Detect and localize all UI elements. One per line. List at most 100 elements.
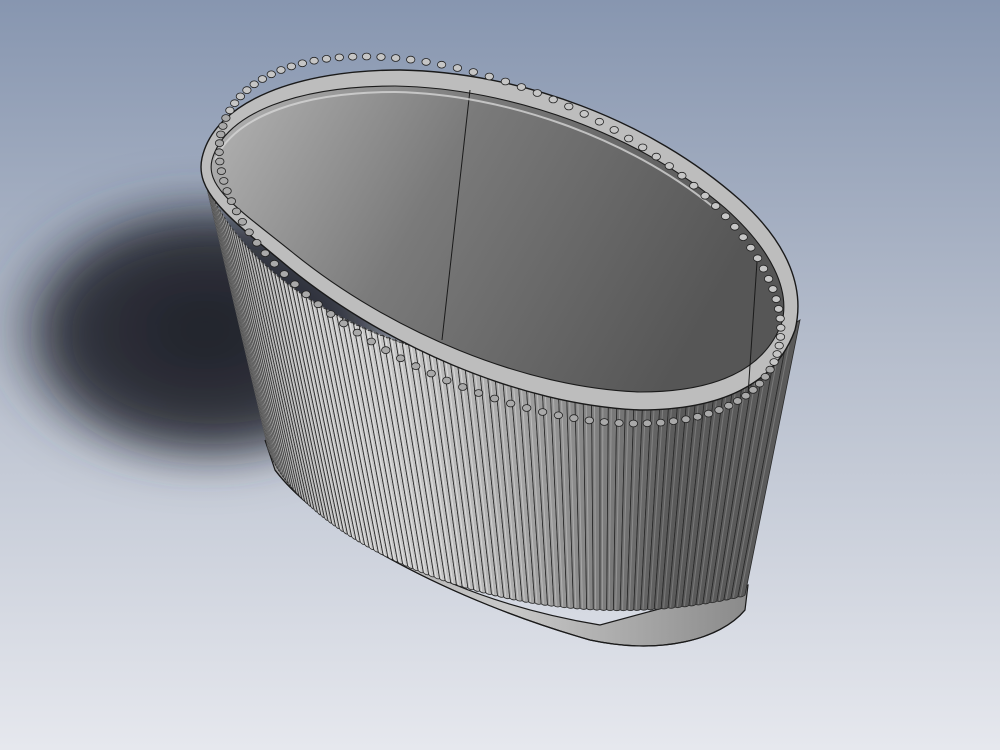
rim-bead [391,54,401,62]
rim-bead [260,249,270,258]
rim-bead [774,341,784,350]
rim-bead [297,59,307,68]
rim-bead [732,397,743,405]
rim-bead [252,239,262,247]
rim-bead [668,417,679,426]
rim-bead [768,285,778,293]
rim-bead [681,415,691,424]
rim-bead [339,319,349,328]
rim-bead [235,92,245,101]
rim-bead [301,290,311,299]
rim-bead [406,55,416,64]
rim-bead [348,52,358,61]
rim-bead [760,372,770,381]
rim-bead [614,419,624,427]
rim-bead [421,58,431,66]
rim-bead [221,114,231,122]
rim-bead [765,365,775,374]
rim-bead [216,167,226,175]
rim-bead [216,130,226,139]
rim-bead [452,64,462,72]
rim-bead [677,171,687,180]
rim-bead [473,389,484,397]
rim-bead [692,412,703,421]
rim-bead [352,328,362,337]
rim-bead [776,323,786,332]
rim-bead [594,117,605,126]
rim-bead [738,233,748,242]
rim-bead [276,66,286,74]
rim-bead [269,259,279,268]
rim-bead [266,70,276,79]
rim-bead [321,54,332,63]
rim-bead [775,333,786,341]
rim-bead [711,202,721,210]
rim-bead [309,56,319,65]
rim-bead [752,254,763,263]
rim-bead [656,418,666,427]
rim-bead [442,376,452,385]
rim-bead [249,80,259,89]
rim-bead [334,53,344,62]
rim-bead [244,228,254,237]
rim-bead [426,369,436,378]
rim-bead [532,89,542,97]
rim-bead [489,394,500,403]
rim-bead [651,152,661,161]
rim-bead [763,275,774,283]
rim-bead [230,99,240,107]
rim-bead [700,192,710,200]
rim-bead [689,181,699,190]
rim-bead [522,404,532,412]
rim-bead [624,134,634,143]
rim-bead [222,187,232,195]
rim-bead [290,280,300,289]
rim-bead [724,401,734,410]
rim-bead [609,126,619,134]
rim-bead [468,68,478,76]
rim-bead [548,95,558,104]
rim-bead [237,218,247,226]
rim-bead [286,62,296,71]
rim-bead [569,414,579,422]
rim-bead [746,243,756,252]
rim-bead [361,52,372,61]
rim-bead [458,383,468,391]
rim-bead [537,408,548,416]
rim-bead [599,418,609,426]
rim-bead [257,75,267,83]
rim-bead [730,223,740,231]
planter-render [0,0,1000,750]
rim-bead [313,300,323,309]
rim-bead [553,411,564,420]
rim-bead [376,53,386,61]
rim-bead [218,122,228,130]
rim-bead [773,305,784,313]
rim-bead [436,60,447,69]
rim-bead [231,207,242,216]
rim-bead [219,177,229,185]
rim-bead [714,406,724,414]
rim-bead [754,379,765,388]
rim-bead [279,270,289,278]
rim-bead [500,77,510,86]
rim-bead [225,106,235,115]
rim-bead [771,295,781,303]
rim-bead [772,350,782,358]
rim-bead [642,419,652,428]
rim-bead [214,148,224,157]
rim-bead [215,157,225,166]
rim-bead [395,354,406,363]
rim-bead [381,346,391,354]
rim-bead [628,419,639,428]
rim-bead [214,139,225,147]
rim-bead [720,212,731,221]
rim-bead [703,409,714,418]
rim-bead [484,72,494,81]
rim-bead [516,83,527,91]
rim-bead [664,162,674,170]
rim-bead [769,358,779,366]
rim-bead [584,416,594,425]
rim-bead [226,197,236,205]
rim-bead [564,102,574,111]
